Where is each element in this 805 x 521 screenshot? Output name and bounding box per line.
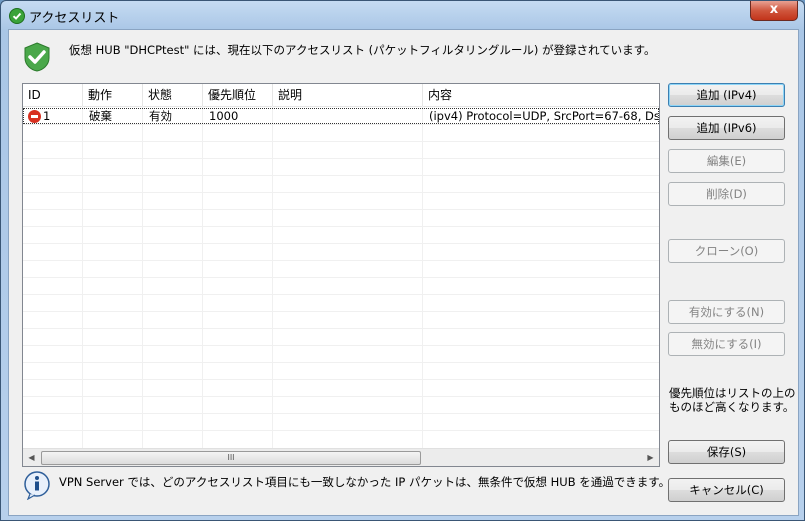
row-divider [23,124,659,125]
row-divider [23,226,659,227]
cell-priority: 1000 [209,109,239,123]
edit-button[interactable]: 編集(E) [668,149,785,173]
footer-message: VPN Server では、どのアクセスリスト項目にも一致しなかった IP パケ… [59,475,671,489]
scroll-right-arrow-icon[interactable]: ▶ [642,449,659,466]
cell-id: 1 [43,109,51,123]
row-divider [23,345,659,346]
column-header-description[interactable]: 説明 [273,84,423,106]
row-divider [23,277,659,278]
row-divider [23,175,659,176]
cell-description [274,109,424,123]
delete-button[interactable]: 削除(D) [668,182,785,206]
add-ipv4-button[interactable]: 追加 (IPv4) [668,83,785,107]
window-title: アクセスリスト [29,11,120,26]
column-header-action[interactable]: 動作 [83,84,143,106]
row-divider [23,260,659,261]
row-divider [23,430,659,431]
clone-button[interactable]: クローン(O) [668,239,785,263]
horizontal-scrollbar[interactable]: ◀ III ▶ [23,448,659,466]
row-divider [23,362,659,363]
cell-action: 破棄 [89,109,112,123]
row-divider [23,311,659,312]
enable-button[interactable]: 有効にする(N) [668,300,785,324]
row-divider [23,158,659,159]
column-header-id[interactable]: ID [23,84,83,106]
scroll-thumb[interactable]: III [41,451,421,465]
cancel-button[interactable]: キャンセル(C) [668,478,785,502]
disable-button[interactable]: 無効にする(I) [668,332,785,356]
priority-note: 優先順位はリストの上のものほど高くなります。 [669,386,796,414]
close-button[interactable]: x [750,1,798,21]
add-ipv6-button[interactable]: 追加 (IPv6) [668,116,785,140]
row-divider [23,243,659,244]
row-divider [23,294,659,295]
cell-status: 有効 [149,109,172,123]
access-list-window: アクセスリスト x 仮想 HUB "DHCPtest" には、現在以下のアクセス… [0,0,805,521]
save-button[interactable]: 保存(S) [668,440,785,464]
row-divider [23,413,659,414]
column-header-priority[interactable]: 優先順位 [203,84,273,106]
row-divider [23,209,659,210]
row-divider [23,396,659,397]
info-icon [22,470,52,501]
row-divider [23,192,659,193]
checkmark-app-icon [9,8,25,24]
access-list-table[interactable]: ID 動作 状態 優先順位 説明 内容 1 破棄 有効 1000 (ipv4) … [22,83,660,467]
column-header-content[interactable]: 内容 [423,84,659,106]
row-divider [23,379,659,380]
title-bar[interactable]: アクセスリスト x [1,1,804,29]
table-row[interactable]: 1 破棄 有効 1000 (ipv4) Protocol=UDP, SrcPor… [23,108,659,124]
dialog-body: 仮想 HUB "DHCPtest" には、現在以下のアクセスリスト (パケットフ… [8,29,799,516]
header-message: 仮想 HUB "DHCPtest" には、現在以下のアクセスリスト (パケットフ… [69,43,656,57]
row-divider [23,328,659,329]
table-header: ID 動作 状態 優先順位 説明 内容 [23,84,659,107]
scroll-left-arrow-icon[interactable]: ◀ [23,449,40,466]
column-header-status[interactable]: 状態 [143,84,203,106]
row-divider [23,141,659,142]
cell-content: (ipv4) Protocol=UDP, SrcPort=67-68, DstP… [429,109,658,123]
checkmark-shield-icon [22,42,52,72]
